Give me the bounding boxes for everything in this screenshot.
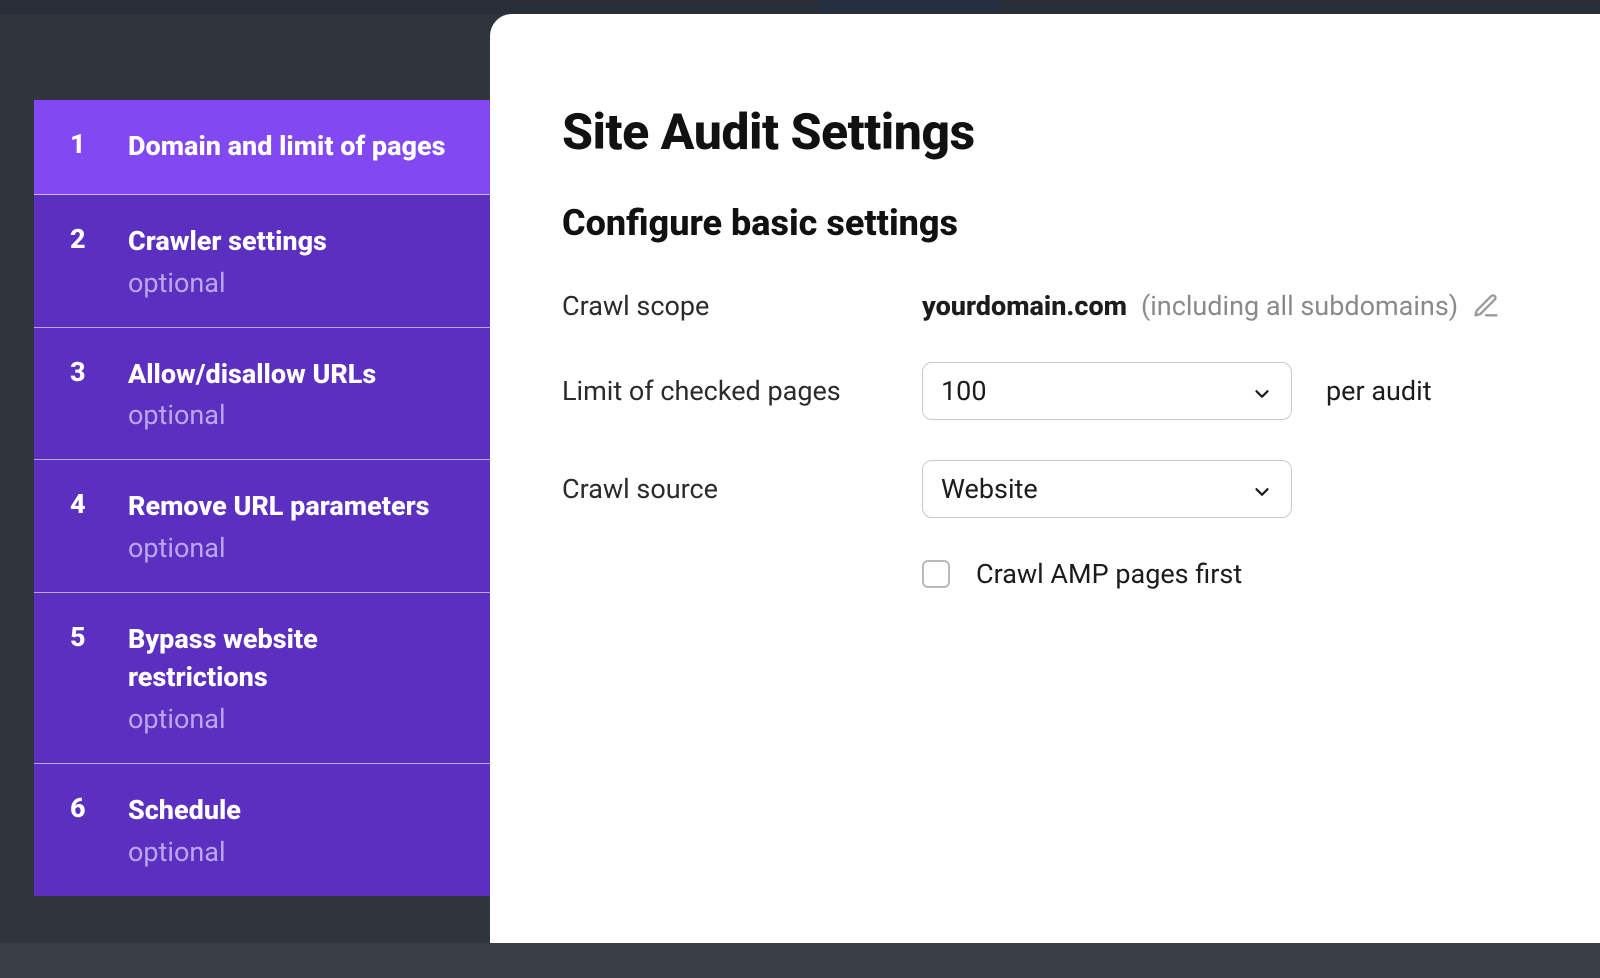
limit-row: Limit of checked pages 100 per audit	[562, 362, 1540, 420]
limit-select-value: 100	[941, 375, 987, 407]
step-title: Bypass website restrictions	[128, 621, 462, 697]
modal-subtitle: Configure basic settings	[562, 202, 1540, 244]
crawl-source-select[interactable]: Website	[922, 460, 1292, 518]
step-optional: optional	[128, 836, 241, 868]
step-bypass-restrictions[interactable]: 5 Bypass website restrictions optional	[34, 593, 490, 764]
crawl-amp-row: Crawl AMP pages first	[922, 558, 1540, 590]
crawl-scope-row: Crawl scope yourdomain.com (including al…	[562, 290, 1540, 322]
chevron-down-icon	[1251, 380, 1273, 402]
crawl-source-row: Crawl source Website	[562, 460, 1540, 518]
step-title: Schedule	[128, 792, 241, 830]
crawl-source-value: Website	[941, 473, 1038, 505]
step-schedule[interactable]: 6 Schedule optional	[34, 764, 490, 896]
step-number: 2	[70, 223, 94, 299]
chevron-down-icon	[1251, 478, 1273, 500]
step-number: 6	[70, 792, 94, 868]
step-domain-limit[interactable]: 1 Domain and limit of pages	[34, 100, 490, 195]
crawl-scope-domain: yourdomain.com	[922, 290, 1127, 322]
crawl-scope-note: (including all subdomains)	[1141, 290, 1458, 322]
limit-suffix: per audit	[1326, 375, 1432, 407]
limit-select[interactable]: 100	[922, 362, 1292, 420]
crawl-amp-checkbox[interactable]	[922, 560, 950, 588]
step-optional: optional	[128, 532, 430, 564]
limit-label: Limit of checked pages	[562, 375, 922, 407]
step-number: 3	[70, 356, 94, 432]
step-number: 5	[70, 621, 94, 735]
crawl-scope-label: Crawl scope	[562, 290, 922, 322]
step-title: Allow/disallow URLs	[128, 356, 376, 394]
step-remove-url-parameters[interactable]: 4 Remove URL parameters optional	[34, 460, 490, 593]
step-number: 4	[70, 488, 94, 564]
wizard-steps: 1 Domain and limit of pages 2 Crawler se…	[34, 100, 490, 896]
edit-crawl-scope-icon[interactable]	[1472, 292, 1500, 320]
step-optional: optional	[128, 703, 462, 735]
step-crawler-settings[interactable]: 2 Crawler settings optional	[34, 195, 490, 328]
step-optional: optional	[128, 399, 376, 431]
crawl-source-label: Crawl source	[562, 473, 922, 505]
site-audit-settings-panel: Site Audit Settings Configure basic sett…	[490, 14, 1600, 943]
step-allow-disallow-urls[interactable]: 3 Allow/disallow URLs optional	[34, 328, 490, 461]
crawl-amp-label: Crawl AMP pages first	[976, 558, 1242, 590]
modal-title: Site Audit Settings	[562, 104, 1540, 162]
step-title: Remove URL parameters	[128, 488, 430, 526]
step-title: Crawler settings	[128, 223, 327, 261]
step-optional: optional	[128, 267, 327, 299]
step-number: 1	[70, 128, 94, 166]
step-title: Domain and limit of pages	[128, 128, 446, 166]
